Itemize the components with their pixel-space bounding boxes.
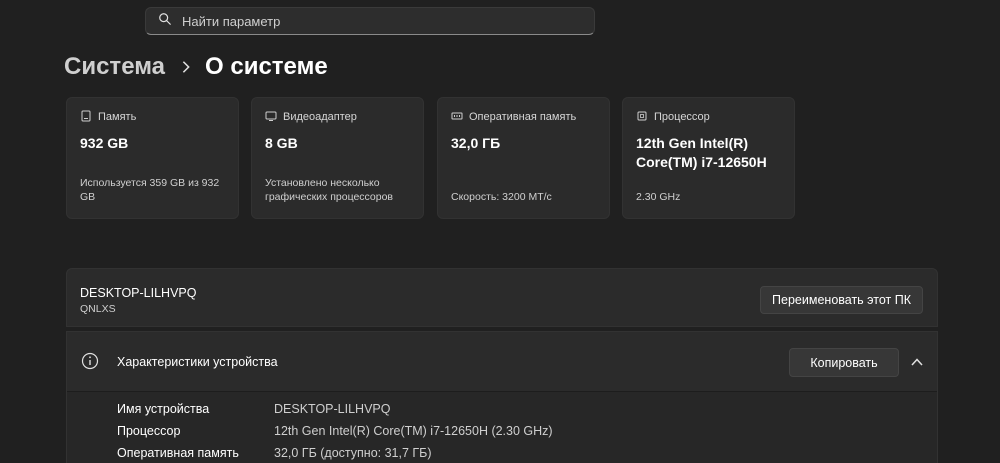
spec-label: Процессор [117, 424, 181, 438]
copy-button[interactable]: Копировать [789, 348, 899, 377]
spec-label: Оперативная память [117, 446, 239, 460]
search-box[interactable] [145, 7, 595, 35]
gpu-card[interactable]: Видеоадаптер 8 GB Установлено несколько … [251, 97, 424, 219]
chevron-right-icon [165, 53, 205, 81]
gpu-icon [265, 110, 283, 125]
card-label: Видеоадаптер [283, 111, 357, 123]
card-subtext: Используется 359 GB из 932 GB [80, 177, 220, 203]
device-specs-panel: Характеристики устройства Копировать Имя… [66, 331, 938, 463]
ram-card[interactable]: Оперативная память 32,0 ГБ Скорость: 320… [437, 97, 610, 219]
ram-icon [451, 110, 469, 125]
card-label: Память [98, 111, 137, 123]
card-value: 932 GB [80, 135, 129, 151]
search-icon [158, 12, 172, 31]
pc-name-panel: DESKTOP-LILHVPQ QNLXS Переименовать этот… [66, 268, 938, 327]
card-label: Процессор [654, 111, 710, 123]
card-value: 8 GB [265, 135, 298, 151]
card-subtext: 2.30 GHz [636, 191, 681, 203]
cpu-icon [636, 110, 654, 125]
card-label: Оперативная память [469, 111, 577, 123]
breadcrumb-parent-link[interactable]: Система [64, 53, 165, 81]
spec-label: Имя устройства [117, 402, 210, 416]
spec-value: DESKTOP-LILHVPQ [274, 402, 391, 416]
page-title: О системе [205, 53, 328, 80]
device-specs-header[interactable]: Характеристики устройства Копировать [67, 332, 937, 392]
pc-name: DESKTOP-LILHVPQ [80, 286, 197, 300]
breadcrumb: Система О системе [64, 50, 328, 84]
card-value: 12th Gen Intel(R) Core(TM) i7-12650H [636, 135, 767, 170]
spec-value: 32,0 ГБ (доступно: 31,7 ГБ) [274, 446, 432, 460]
card-value: 32,0 ГБ [451, 135, 501, 151]
storage-icon [80, 110, 98, 125]
search-input[interactable] [180, 12, 580, 30]
storage-card[interactable]: Память 932 GB Используется 359 GB из 932… [66, 97, 239, 219]
spec-value: 12th Gen Intel(R) Core(TM) i7-12650H (2.… [274, 424, 553, 438]
card-subtext: Установлено несколько графических процес… [265, 177, 394, 203]
card-subtext: Скорость: 3200 МТ/с [451, 191, 552, 203]
cpu-card[interactable]: Процессор 12th Gen Intel(R) Core(TM) i7-… [622, 97, 795, 219]
device-specs-title: Характеристики устройства [117, 355, 278, 369]
rename-pc-button[interactable]: Переименовать этот ПК [760, 286, 923, 314]
pc-workgroup: QNLXS [80, 303, 116, 315]
